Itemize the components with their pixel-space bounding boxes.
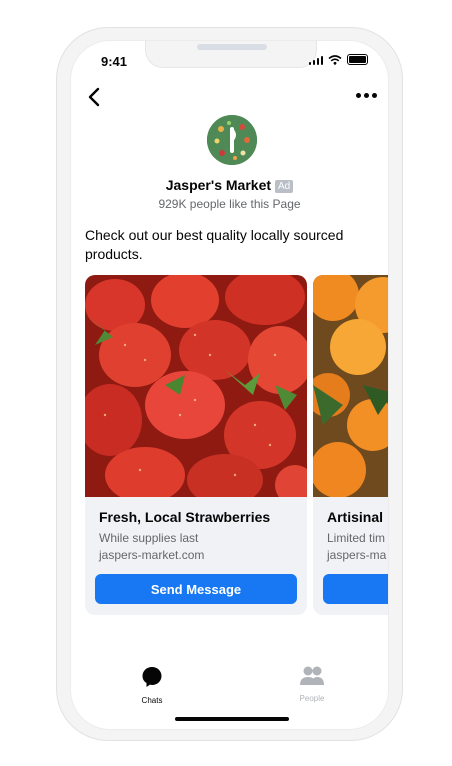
notch (145, 41, 317, 68)
card-subtitle: Limited tim (327, 531, 386, 545)
card-title: Fresh, Local Strawberries (99, 509, 271, 525)
people-icon (300, 666, 324, 685)
more-options-button[interactable] (356, 93, 380, 103)
product-card[interactable]: Artisinal Limited tim jaspers-ma S (313, 275, 388, 615)
battery-icon (347, 54, 368, 65)
chat-bubble-icon (142, 667, 162, 687)
tab-label: People (299, 694, 325, 703)
dot (356, 93, 361, 98)
cellular-signal-icon (308, 55, 323, 65)
speaker (197, 44, 267, 50)
product-card[interactable]: Fresh, Local Strawberries While supplies… (85, 275, 307, 615)
home-indicator (175, 717, 289, 721)
tab-chats[interactable]: Chats (122, 665, 182, 705)
card-link: jaspers-ma (327, 548, 387, 562)
page-header: Jasper's Market Ad (71, 177, 388, 195)
status-icons (308, 54, 368, 65)
status-time: 9:41 (101, 54, 128, 69)
strawberries-image (85, 275, 307, 497)
card-link: jaspers-market.com (99, 548, 205, 562)
tab-label: Chats (141, 696, 163, 705)
card-subtitle: While supplies last (99, 531, 199, 545)
chevron-left-icon (88, 87, 100, 107)
wifi-icon (328, 54, 342, 65)
tab-people[interactable]: People (282, 665, 342, 703)
ad-badge: Ad (275, 180, 294, 193)
send-message-button[interactable]: S (323, 574, 388, 604)
product-carousel[interactable]: Fresh, Local Strawberries While supplies… (85, 275, 388, 615)
message-text: Check out our best quality locally sourc… (85, 227, 344, 262)
send-message-button[interactable]: Send Message (95, 574, 297, 604)
dot (364, 93, 369, 98)
page-likes: 929K people like this Page (158, 197, 301, 211)
page-avatar[interactable] (207, 115, 257, 165)
oranges-image (313, 275, 388, 497)
page-name[interactable]: Jasper's Market (166, 177, 271, 193)
phone-screen: 9:41 Jasper's Market Ad 929K people like… (70, 40, 389, 730)
card-title: Artisinal (327, 509, 384, 525)
dot (372, 93, 377, 98)
produce-logo-image (207, 115, 257, 165)
back-button[interactable] (85, 85, 105, 109)
